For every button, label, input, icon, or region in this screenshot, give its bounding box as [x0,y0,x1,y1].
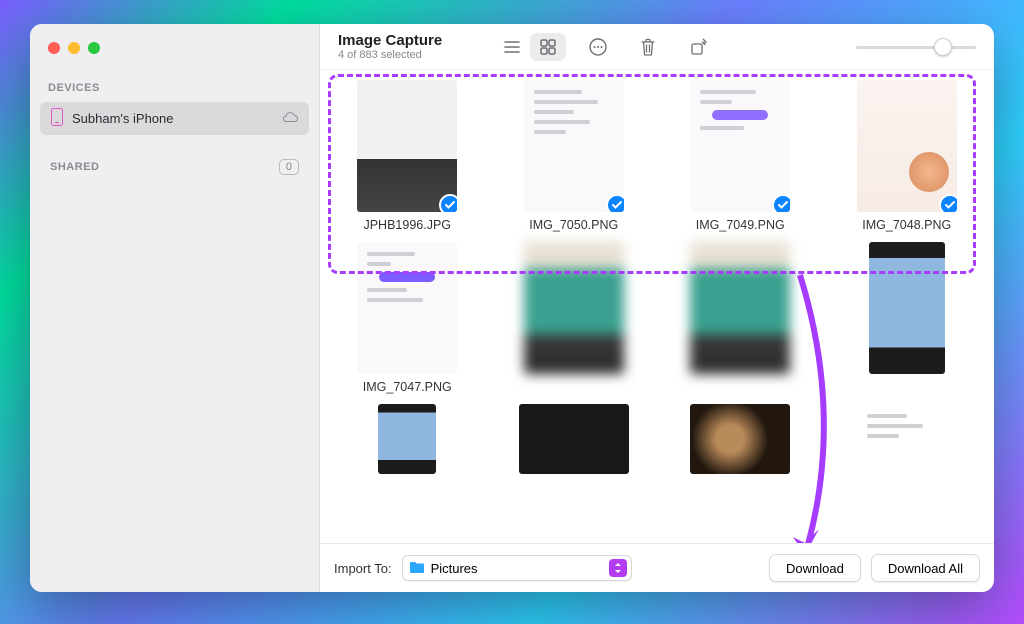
selection-status: 4 of 883 selected [338,49,442,61]
shared-count-badge: 0 [279,159,299,175]
thumbnail-item[interactable] [667,242,814,394]
folder-icon [409,560,425,577]
list-view-button[interactable] [494,33,530,61]
sidebar-item-device[interactable]: Subham's iPhone [40,102,309,135]
thumbnail-image [857,404,957,474]
thumbnail-image [524,242,624,374]
fullscreen-window-button[interactable] [88,42,100,54]
sidebar-section-devices: DEVICES [30,76,319,100]
view-mode-segment [494,33,566,61]
thumbnail-image [378,404,436,474]
thumbnail-item[interactable] [501,404,648,474]
selected-checkmark-icon [939,194,957,212]
import-destination-select[interactable]: Pictures [402,555,632,581]
selected-checkmark-icon [606,194,624,212]
main-panel: Image Capture 4 of 883 selected [320,24,994,592]
thumbnail-filename: IMG_7049.PNG [696,218,785,232]
footer-bar: Import To: Pictures Download Download Al… [320,543,994,592]
thumbnail-item[interactable] [334,404,481,474]
more-options-button[interactable] [580,33,616,61]
sidebar: DEVICES Subham's iPhone SHARED 0 [30,24,320,592]
thumbnail-filename: IMG_7050.PNG [529,218,618,232]
download-all-button[interactable]: Download All [871,554,980,582]
import-to-label: Import To: [334,561,392,576]
thumbnail-grid-area: JPHB1996.JPG IMG_7050.PNG IMG_7049.PNG [320,70,994,543]
cloud-icon [281,110,299,127]
thumbnail-image [524,80,624,212]
device-name-label: Subham's iPhone [72,111,174,126]
thumbnail-item[interactable]: IMG_7048.PNG [834,80,981,232]
toolbar: Image Capture 4 of 883 selected [320,24,994,70]
thumbnail-image [690,80,790,212]
grid-view-button[interactable] [530,33,566,61]
thumbnail-image [357,80,457,212]
thumbnail-item[interactable] [501,242,648,394]
selected-checkmark-icon [772,194,790,212]
up-down-arrows-icon [609,559,627,577]
thumbnail-item[interactable]: IMG_7050.PNG [501,80,648,232]
thumbnail-image [869,242,945,374]
delete-button[interactable] [630,33,666,61]
download-button[interactable]: Download [769,554,861,582]
thumbnail-image [690,404,790,474]
thumbnail-item[interactable] [667,404,814,474]
thumbnail-item[interactable]: JPHB1996.JPG [334,80,481,232]
minimize-window-button[interactable] [68,42,80,54]
thumbnail-item[interactable]: IMG_7049.PNG [667,80,814,232]
thumbnail-filename: IMG_7048.PNG [862,218,951,232]
thumbnail-image [357,242,457,374]
sidebar-section-shared[interactable]: SHARED 0 [40,153,309,181]
thumbnail-filename: IMG_7047.PNG [363,380,452,394]
thumbnail-image [690,242,790,374]
destination-label: Pictures [431,561,478,576]
rotate-button[interactable] [680,33,716,61]
thumbnail-image [857,80,957,212]
thumbnail-filename: JPHB1996.JPG [363,218,451,232]
phone-icon [50,108,64,129]
page-title: Image Capture [338,32,442,49]
thumbnail-item[interactable] [834,242,981,394]
thumbnail-image [519,404,629,474]
window-controls [30,42,319,76]
thumbnail-item[interactable]: IMG_7047.PNG [334,242,481,394]
app-window: DEVICES Subham's iPhone SHARED 0 Image C… [30,24,994,592]
close-window-button[interactable] [48,42,60,54]
selected-checkmark-icon [439,194,457,212]
thumbnail-size-slider[interactable] [856,37,976,57]
thumbnail-item[interactable] [834,404,981,474]
